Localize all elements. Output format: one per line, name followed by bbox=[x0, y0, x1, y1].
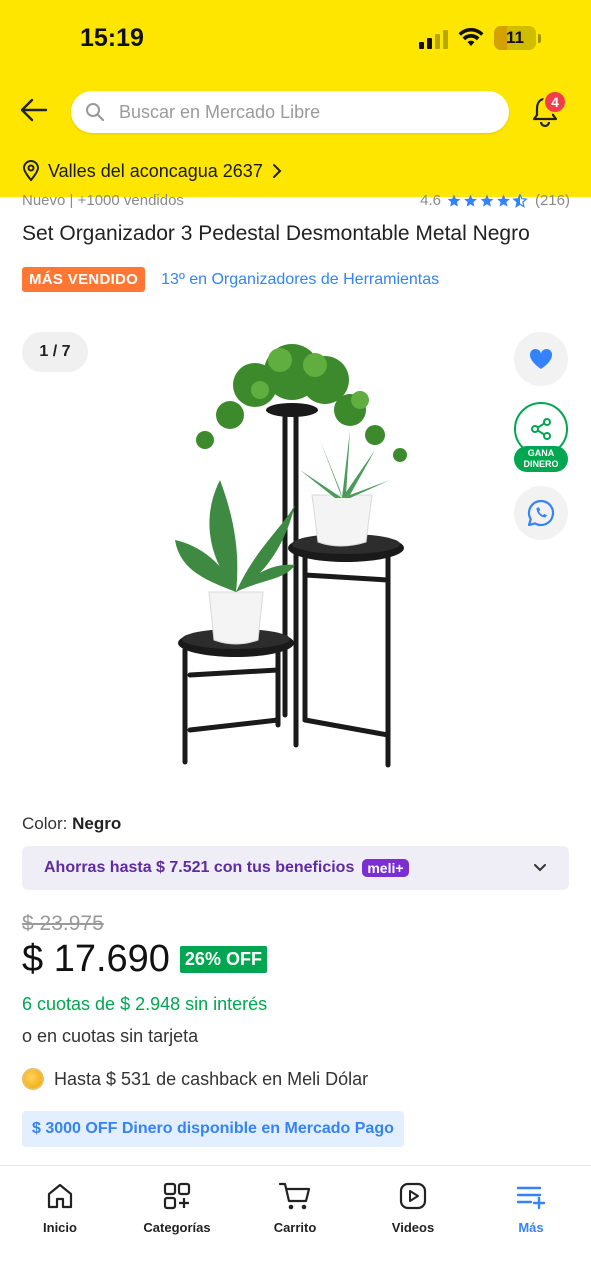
search-placeholder: Buscar en Mercado Libre bbox=[119, 101, 321, 122]
color-value: Negro bbox=[72, 814, 122, 833]
benefits-dropdown[interactable]: Ahorras hasta $ 7.521 con tus beneficios… bbox=[22, 846, 569, 890]
stars-icon bbox=[447, 193, 529, 208]
tab-label: Carrito bbox=[273, 1220, 317, 1235]
notifications-button[interactable]: 4 bbox=[530, 90, 567, 128]
search-input[interactable]: Buscar en Mercado Libre bbox=[71, 91, 509, 133]
no-card-installments[interactable]: o en cuotas sin tarjeta bbox=[22, 1026, 198, 1047]
benefits-text: Ahorras hasta $ 7.521 con tus beneficios bbox=[44, 859, 355, 876]
status-icons: 11 bbox=[419, 26, 541, 50]
battery-level: 11 bbox=[506, 28, 524, 47]
chevron-right-icon bbox=[272, 164, 282, 178]
header: 15:19 11 Buscar en Mercado Libre 4 Valle… bbox=[0, 0, 591, 197]
tab-label: Videos bbox=[391, 1220, 435, 1235]
condition-sold: Nuevo | +1000 vendidos bbox=[22, 192, 184, 209]
mercado-pago-banner[interactable]: $ 3000 OFF Dinero disponible en Mercado … bbox=[22, 1111, 404, 1147]
discount-badge: 26% OFF bbox=[179, 946, 267, 973]
current-price: $ 17.690 bbox=[22, 938, 170, 980]
location-text: Valles del aconcagua 2637 bbox=[48, 160, 263, 181]
chevron-down-icon bbox=[534, 864, 546, 872]
original-price: $ 23.975 bbox=[22, 912, 104, 935]
favorite-button[interactable] bbox=[514, 332, 568, 386]
price-row: $ 17.690 26% OFF bbox=[22, 938, 267, 981]
search-icon bbox=[86, 103, 105, 122]
battery-tip bbox=[538, 33, 541, 43]
ranking-link[interactable]: 13º en Organizadores de Herramientas bbox=[161, 271, 439, 289]
tab-carrito[interactable]: Carrito bbox=[245, 1180, 345, 1235]
color-label: Color: bbox=[22, 814, 68, 833]
meli-plus-badge: meli+ bbox=[362, 859, 409, 877]
bottom-tab-bar: Inicio Categorías Carrito Videos Más bbox=[0, 1165, 591, 1280]
badge-row: MÁS VENDIDO 13º en Organizadores de Herr… bbox=[22, 267, 439, 292]
installments[interactable]: 6 cuotas de $ 2.948 sin interés bbox=[22, 994, 267, 1015]
heart-icon bbox=[529, 348, 553, 369]
notification-badge: 4 bbox=[543, 90, 567, 114]
tab-label: Categorías bbox=[143, 1220, 211, 1235]
wifi-icon bbox=[458, 28, 484, 46]
product-meta: Nuevo | +1000 vendidos 4.6 (216) bbox=[22, 192, 570, 209]
color-selection: Color: Negro bbox=[22, 814, 121, 834]
back-button[interactable] bbox=[16, 94, 52, 126]
tab-categorias[interactable]: Categorías bbox=[127, 1180, 227, 1235]
categories-icon bbox=[163, 1182, 191, 1210]
whatsapp-share-button[interactable] bbox=[514, 486, 568, 540]
share-earn-button[interactable]: GANA DINERO bbox=[514, 402, 568, 472]
tab-videos[interactable]: Videos bbox=[363, 1180, 463, 1235]
tab-label: Más bbox=[518, 1220, 544, 1235]
location-selector[interactable]: Valles del aconcagua 2637 bbox=[22, 160, 283, 182]
best-seller-badge: MÁS VENDIDO bbox=[22, 267, 146, 292]
share-icon bbox=[531, 418, 551, 440]
tab-inicio[interactable]: Inicio bbox=[10, 1180, 110, 1235]
menu-plus-icon bbox=[516, 1186, 546, 1210]
video-icon bbox=[399, 1182, 427, 1210]
cashback-text: Hasta $ 531 de cashback en Meli Dólar bbox=[54, 1068, 369, 1089]
benefits-text-wrap: Ahorras hasta $ 7.521 con tus beneficios… bbox=[44, 859, 409, 877]
tab-mas[interactable]: Más bbox=[481, 1180, 581, 1235]
meli-dollar-coin-icon bbox=[22, 1068, 44, 1090]
cart-icon bbox=[278, 1182, 311, 1210]
product-image[interactable] bbox=[160, 330, 430, 770]
arrow-left-icon bbox=[20, 98, 48, 122]
earn-money-label: GANA DINERO bbox=[514, 446, 568, 472]
product-title: Set Organizador 3 Pedestal Desmontable M… bbox=[22, 222, 530, 245]
location-pin-icon bbox=[22, 160, 40, 182]
cellular-signal-icon bbox=[419, 27, 448, 49]
rating[interactable]: 4.6 (216) bbox=[420, 192, 570, 209]
home-icon bbox=[47, 1183, 73, 1209]
rating-value: 4.6 bbox=[420, 192, 441, 209]
cashback-info: Hasta $ 531 de cashback en Meli Dólar bbox=[22, 1068, 368, 1090]
image-counter: 1 / 7 bbox=[22, 332, 88, 372]
tab-label: Inicio bbox=[43, 1220, 77, 1235]
reviews-count: (216) bbox=[534, 192, 570, 209]
whatsapp-icon bbox=[527, 499, 555, 527]
battery-icon: 11 bbox=[494, 26, 536, 50]
status-time: 15:19 bbox=[80, 24, 144, 52]
